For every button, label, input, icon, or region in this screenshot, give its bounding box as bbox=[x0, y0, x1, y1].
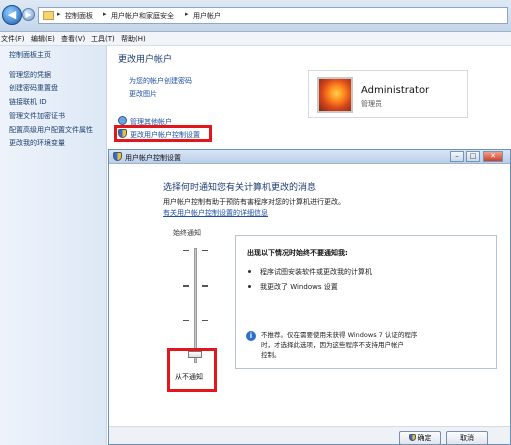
minimize-button[interactable]: – bbox=[450, 151, 464, 162]
slider-tick bbox=[202, 285, 208, 287]
menu-tools[interactable]: 工具(T) bbox=[91, 34, 115, 44]
breadcrumb-item-control-panel[interactable]: 控制面板 bbox=[65, 11, 93, 21]
uac-shield-icon bbox=[113, 152, 122, 161]
avatar[interactable] bbox=[317, 77, 353, 113]
dialog-description: 用户帐户控制有助于预防有害程序对您的计算机进行更改。 bbox=[163, 198, 345, 206]
left-link-control-panel-home[interactable]: 控制面板主页 bbox=[9, 50, 51, 60]
menu-file[interactable]: 文件(F) bbox=[1, 34, 25, 44]
dialog-heading: 选择何时通知您有关计算机更改的消息 bbox=[163, 183, 317, 193]
page-title: 更改用户帐户 bbox=[118, 55, 173, 65]
menu-help[interactable]: 帮助(H) bbox=[121, 34, 146, 44]
left-link-manage-credentials[interactable]: 管理您的凭据 bbox=[9, 70, 51, 80]
user-name: Administrator bbox=[361, 85, 430, 96]
change-picture-link[interactable]: 更改图片 bbox=[129, 89, 157, 99]
control-panel-icon bbox=[43, 11, 54, 20]
address-bar: ◀ ▶ ▸ 控制面板 ▸ 用户帐户和家庭安全 ▸ 用户帐户 bbox=[0, 0, 511, 32]
left-link-password-reset-disk[interactable]: 创建密码重置盘 bbox=[9, 83, 58, 93]
dialog-titlebar[interactable]: 用户帐户控制设置 – □ ✕ bbox=[109, 150, 510, 164]
slider-tick bbox=[202, 250, 208, 251]
info-heading: 出现以下情况时始终不要通知我: bbox=[247, 249, 348, 257]
user-card: Administrator 管理员 bbox=[308, 70, 468, 118]
maximize-button[interactable]: □ bbox=[466, 151, 480, 162]
left-task-pane: 控制面板主页 管理您的凭据 创建密码重置盘 链接联机 ID 管理文件加密证书 配… bbox=[0, 46, 107, 445]
highlight-box-uac-link bbox=[114, 125, 212, 142]
create-password-link[interactable]: 为您的帐户创建密码 bbox=[129, 76, 192, 86]
forward-button[interactable]: ▶ bbox=[22, 8, 35, 21]
uac-settings-dialog: 用户帐户控制设置 – □ ✕ 选择何时通知您有关计算机更改的消息 用户帐户控制有… bbox=[108, 149, 511, 445]
breadcrumb[interactable]: ▸ 控制面板 ▸ 用户帐户和家庭安全 ▸ 用户帐户 bbox=[38, 7, 508, 24]
slider-label-always-notify: 始终通知 bbox=[173, 229, 201, 237]
highlight-box-slider bbox=[167, 348, 217, 392]
cancel-button[interactable]: 取消 bbox=[446, 431, 488, 445]
uac-shield-icon bbox=[408, 434, 416, 441]
info-note-line: 不推荐。仅在需要使用未获得 Windows 7 认证的程序 bbox=[261, 331, 418, 339]
ok-button[interactable]: 确定 bbox=[399, 431, 441, 445]
manage-accounts-icon bbox=[118, 116, 127, 125]
menu-edit[interactable]: 编辑(E) bbox=[31, 34, 55, 44]
left-link-profile-properties[interactable]: 配置高级用户配置文件属性 bbox=[9, 125, 93, 135]
breadcrumb-item-family-safety[interactable]: 用户帐户和家庭安全 bbox=[111, 11, 174, 21]
notification-level-slider[interactable] bbox=[194, 248, 197, 363]
menu-bar: 文件(F) 编辑(E) 查看(V) 工具(T) 帮助(H) bbox=[0, 32, 511, 46]
user-role: 管理员 bbox=[361, 100, 382, 108]
menu-view[interactable]: 查看(V) bbox=[61, 34, 85, 44]
info-item: 我更改了 Windows 设置 bbox=[260, 283, 338, 291]
info-note-line: 控制。 bbox=[261, 351, 281, 359]
dialog-title: 用户帐户控制设置 bbox=[125, 154, 181, 162]
close-button[interactable]: ✕ bbox=[483, 151, 503, 162]
bullet-icon bbox=[248, 270, 251, 273]
bullet-icon bbox=[248, 285, 251, 288]
info-note-line: 时，才选择此选项，因为这些程序不支持用户帐户 bbox=[261, 341, 404, 349]
level-description-panel: 出现以下情况时始终不要通知我: 程序试图安装软件或更改我的计算机 我更改了 Wi… bbox=[235, 235, 497, 369]
left-link-environment-variables[interactable]: 更改我的环境变量 bbox=[9, 138, 65, 148]
info-note: 不推荐。仅在需要使用未获得 Windows 7 认证的程序 时，才选择此选项，因… bbox=[261, 330, 491, 360]
breadcrumb-item-user-accounts[interactable]: 用户帐户 bbox=[193, 11, 221, 21]
left-link-encryption-certs[interactable]: 管理文件加密证书 bbox=[9, 111, 65, 121]
left-link-online-id[interactable]: 链接联机 ID bbox=[9, 97, 47, 107]
slider-tick bbox=[202, 320, 208, 321]
back-button[interactable]: ◀ bbox=[2, 5, 22, 25]
chevron-right-icon: ▸ bbox=[185, 10, 189, 18]
info-item: 程序试图安装软件或更改我的计算机 bbox=[260, 268, 372, 276]
uac-learn-more-link[interactable]: 有关用户帐户控制设置的详细信息 bbox=[163, 208, 268, 218]
slider-tick bbox=[183, 320, 189, 321]
info-icon: i bbox=[246, 331, 256, 341]
slider-tick bbox=[183, 285, 189, 287]
chevron-right-icon: ▸ bbox=[57, 10, 61, 18]
slider-tick bbox=[183, 250, 189, 251]
chevron-right-icon: ▸ bbox=[103, 10, 107, 18]
